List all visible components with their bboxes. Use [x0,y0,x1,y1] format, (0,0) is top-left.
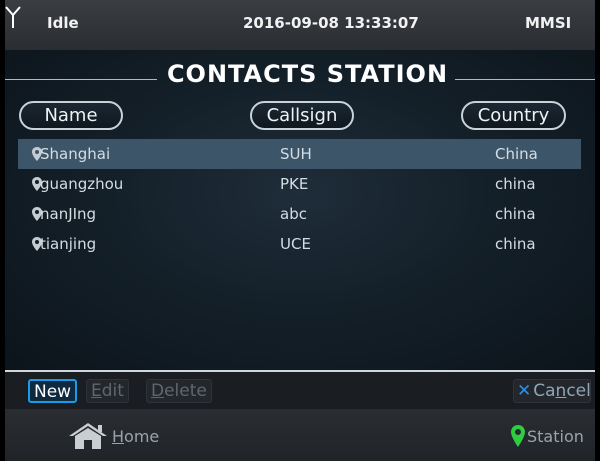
contact-row[interactable]: Shanghai SUH China [18,139,581,169]
status-state: Idle [47,14,79,32]
bottom-nav: Home Station [5,409,595,461]
contact-row[interactable]: nanJIng abc china [18,199,581,229]
contact-country: china [495,205,536,223]
status-bar: Idle 2016-09-08 13:33:07 MMSI [5,0,595,50]
delete-button[interactable]: Delete [146,379,212,403]
contacts-panel: CONTACTS STATION Name Callsign Country S… [5,50,595,370]
contact-callsign: SUH [280,145,312,163]
contact-name: nanJIng [40,205,97,223]
column-header-country[interactable]: Country [461,101,566,130]
page-title: CONTACTS STATION [166,60,449,88]
status-mmsi: MMSI [525,14,572,32]
edit-button[interactable]: Edit [86,379,129,403]
title-divider-left [5,79,157,80]
cancel-button-label-end: cel [566,381,591,401]
contact-country: china [495,175,536,193]
close-x-icon: ✕ [517,381,532,401]
cancel-button-mnemonic: n [555,381,567,401]
column-header-name[interactable]: Name [19,101,123,130]
map-pin-icon [511,425,525,447]
title-divider-right [455,79,595,80]
contact-row[interactable]: tianjing UCE china [18,229,581,259]
contact-row[interactable]: guangzhou PKE china [18,169,581,199]
edit-button-label: dit [101,381,124,401]
status-datetime: 2016-09-08 13:33:07 [243,14,419,32]
new-button[interactable]: New [28,379,78,403]
contact-country: china [495,235,536,253]
home-icon [69,423,107,449]
cancel-button-label-start: Ca [533,381,556,401]
contact-country: China [495,145,538,163]
contact-callsign: UCE [280,235,311,253]
home-button[interactable]: Home [67,422,159,450]
device-screen: Idle 2016-09-08 13:33:07 MMSI CONTACTS S… [5,0,595,461]
contact-callsign: PKE [280,175,309,193]
home-label-mnemonic: H [112,427,125,446]
cancel-button[interactable]: ✕ Cancel [513,379,591,403]
delete-button-label: elete [164,381,207,401]
contact-name: tianjing [40,235,97,253]
contact-list: Shanghai SUH China guangzhou PKE china n… [5,139,595,259]
home-label: Home [112,427,159,446]
column-header-callsign[interactable]: Callsign [250,101,354,130]
contact-callsign: abc [280,205,307,223]
contact-name: guangzhou [40,175,124,193]
contact-name: Shanghai [40,145,111,163]
delete-button-mnemonic: D [151,381,165,401]
station-button[interactable]: Station [511,423,595,449]
antenna-icon [5,6,21,28]
station-label: Station [527,427,584,446]
edit-button-mnemonic: E [91,381,102,401]
action-bar: New Edit Delete ✕ Cancel [5,370,595,409]
home-label-rest: ome [124,427,160,446]
